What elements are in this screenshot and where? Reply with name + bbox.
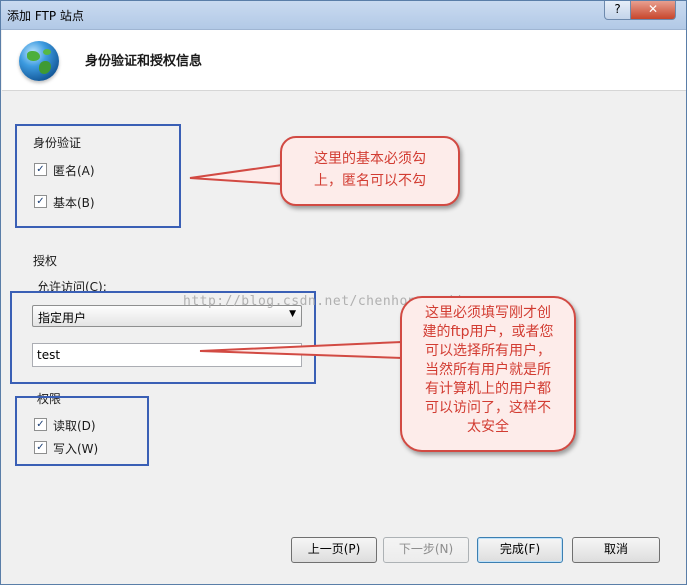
callout1-line1: 这里的基本必须勾: [314, 151, 426, 167]
previous-button[interactable]: 上一页(P): [291, 537, 377, 563]
callout2-line: 这里必须填写刚才创: [425, 305, 551, 321]
finish-button[interactable]: 完成(F): [477, 537, 563, 563]
callout-arrows: [189, 163, 403, 360]
next-button[interactable]: 下一步(N): [383, 537, 469, 563]
callout2-line: 当然所有用户就是所: [425, 362, 551, 378]
user-callout: 这里必须填写刚才创 建的ftp用户，或者您 可以选择所有用户， 当然所有用户就是…: [400, 296, 576, 452]
callout2-line: 可以选择所有用户，: [425, 343, 551, 359]
cancel-button[interactable]: 取消: [572, 537, 660, 563]
callout1-line2: 上，匿名可以不勾: [314, 173, 426, 189]
callout2-line: 建的ftp用户，或者您: [422, 324, 554, 340]
callout2-line: 太安全: [467, 419, 509, 435]
basic-auth-callout: 这里的基本必须勾 上，匿名可以不勾: [280, 136, 460, 206]
callout2-line: 有计算机上的用户都: [425, 381, 551, 397]
callout2-line: 可以访问了，这样不: [425, 400, 551, 416]
